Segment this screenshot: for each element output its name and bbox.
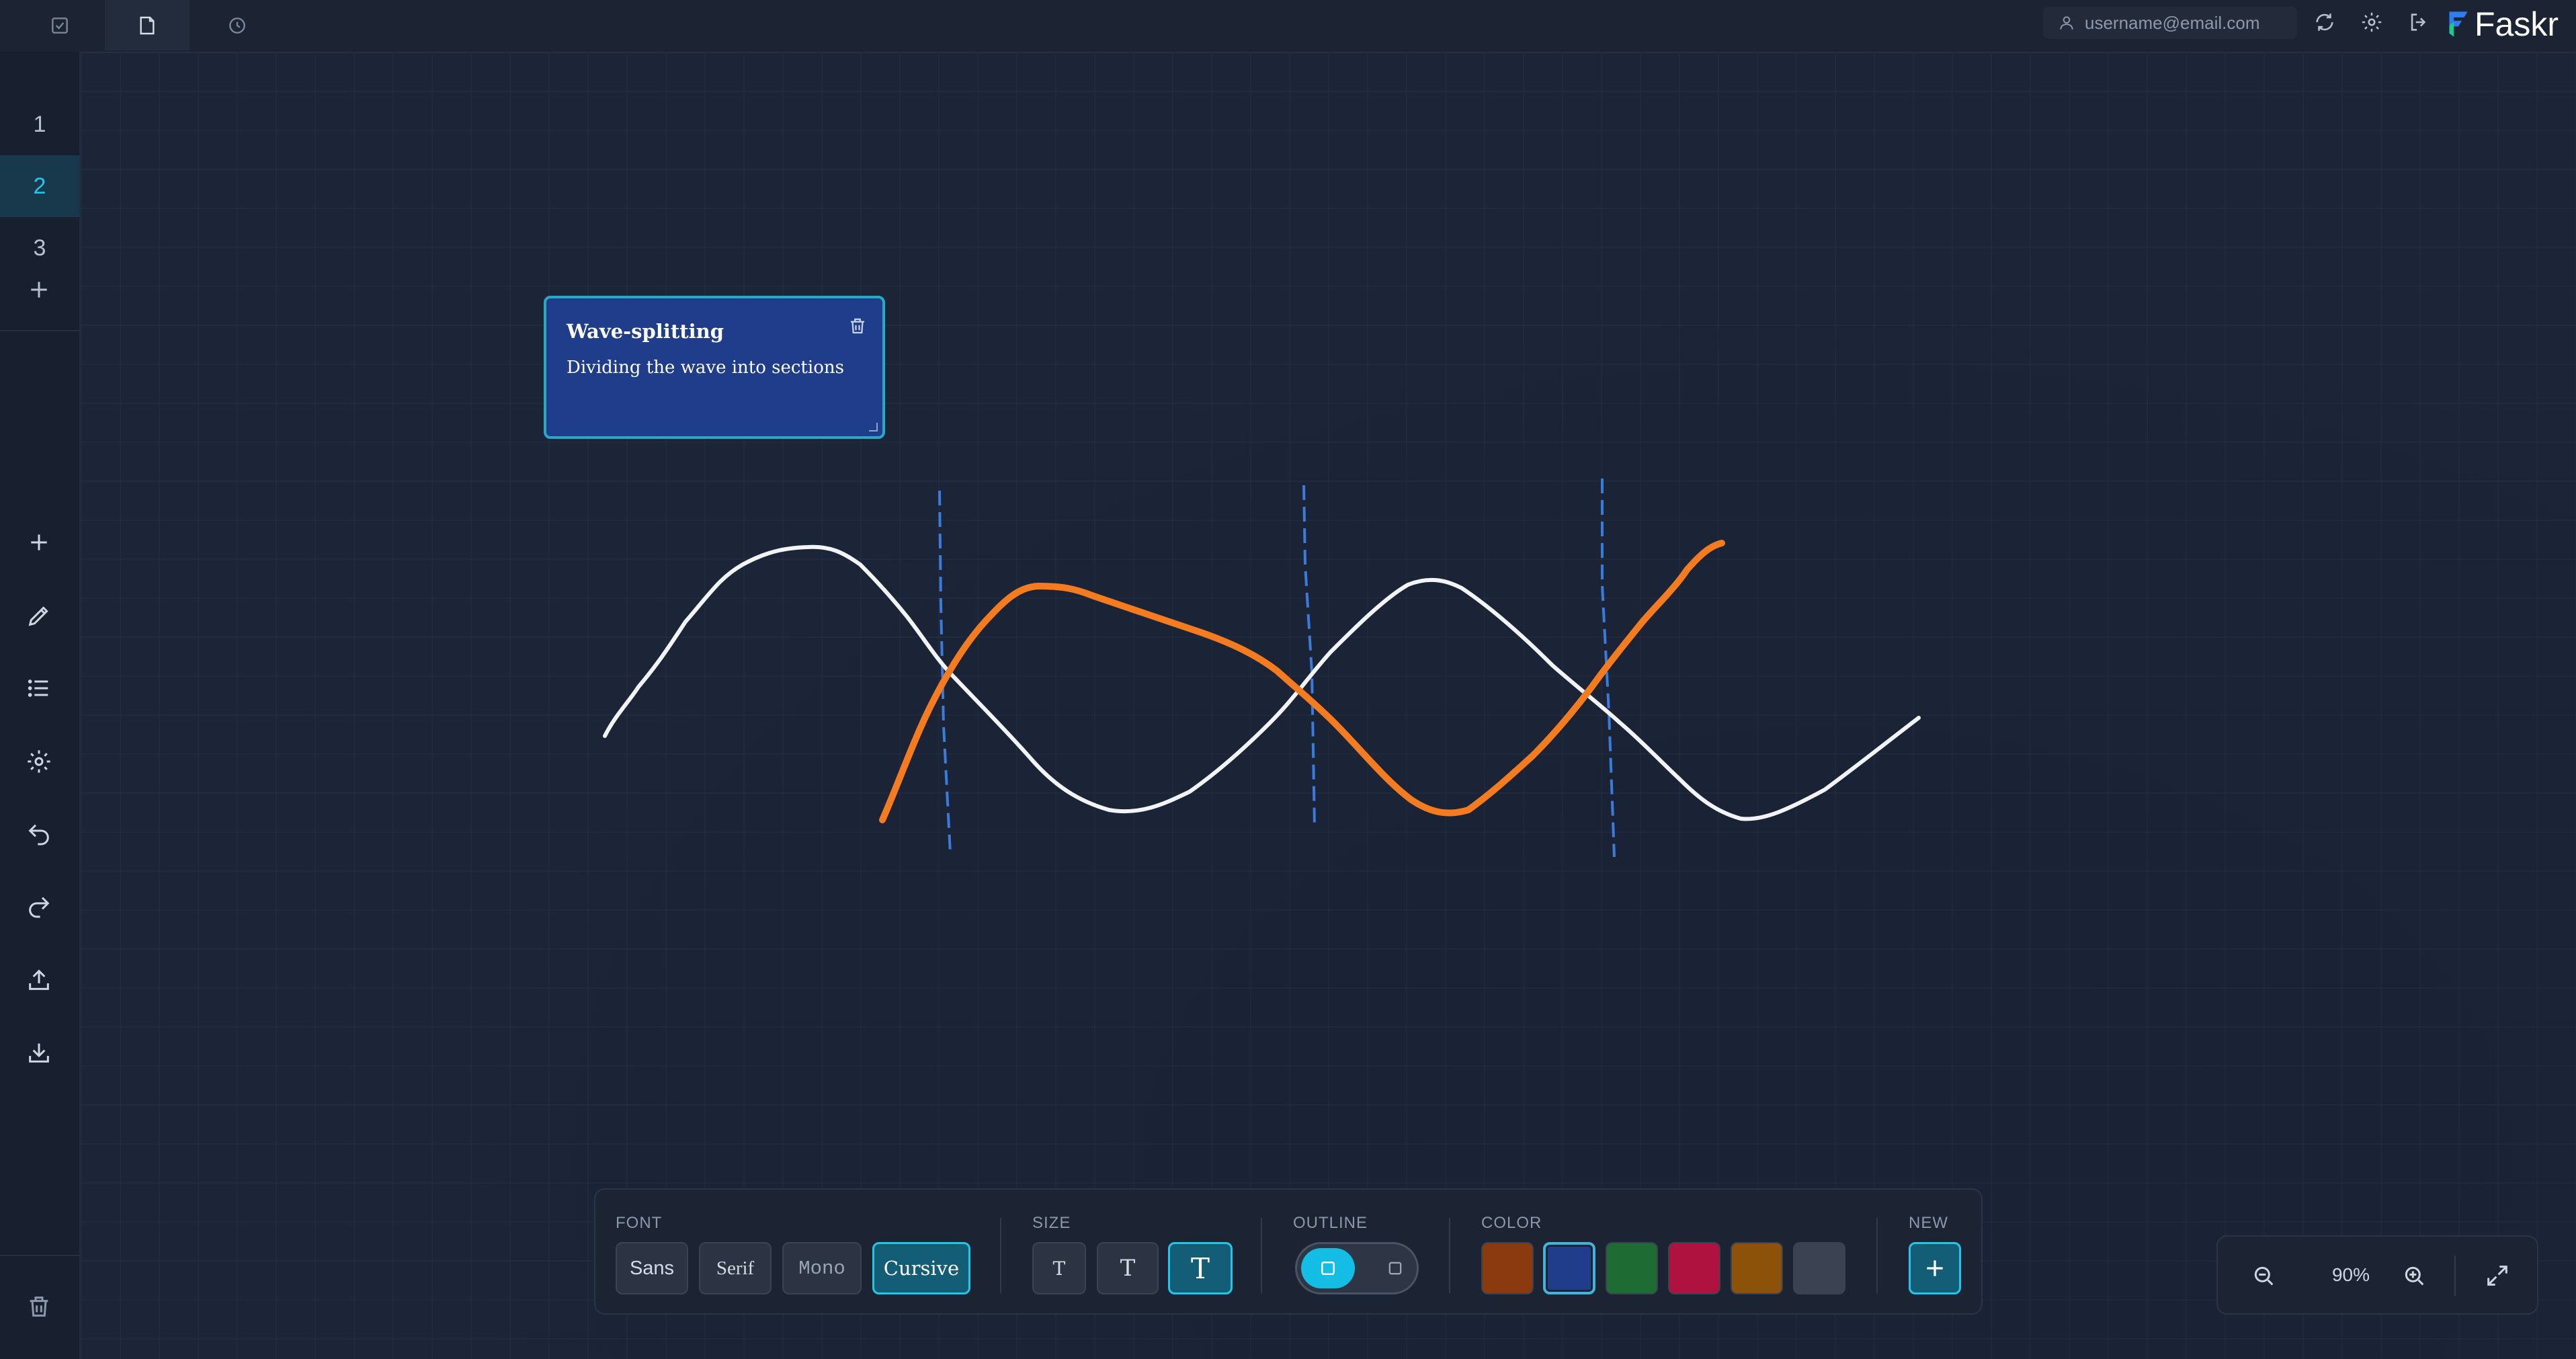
settings-button[interactable] [23, 745, 55, 778]
resize-handle-icon[interactable] [868, 421, 878, 432]
toolbar-divider [1449, 1218, 1450, 1293]
draw-tool-button[interactable] [23, 600, 55, 632]
white-wave-stroke[interactable] [603, 544, 1921, 821]
sticky-note[interactable]: Wave-splitting Dividing the wave into se… [544, 296, 885, 439]
page-tab-1[interactable]: 1 [0, 93, 79, 155]
download-icon [29, 1043, 49, 1063]
zoom-out-button[interactable] [2247, 1260, 2280, 1292]
new-group-label: NEW [1909, 1214, 1948, 1232]
page-number: 2 [33, 173, 46, 199]
sidebar-divider [0, 330, 79, 331]
font-sans-button[interactable]: Sans [616, 1242, 688, 1294]
outline-on-option[interactable] [1301, 1248, 1355, 1288]
color-swatch-red[interactable] [1668, 1242, 1720, 1294]
whiteboard-canvas[interactable] [81, 52, 2576, 1359]
note-icon [140, 16, 155, 34]
note-title[interactable]: Wave-splitting [567, 320, 724, 343]
checkbox-icon [52, 17, 68, 34]
color-swatch-amber[interactable] [1731, 1242, 1783, 1294]
zoom-in-icon [2405, 1266, 2424, 1286]
color-group-label: COLOR [1481, 1214, 1542, 1232]
page-tab-3[interactable]: 3 [0, 217, 79, 279]
new-note-button[interactable] [1909, 1242, 1961, 1294]
user-email: username@email.com [2085, 12, 2260, 33]
drawing-layer[interactable] [81, 52, 2576, 1359]
formatting-toolbar: FONT Sans Serif Mono Cursive SIZE T T T … [594, 1188, 1983, 1315]
redo-icon [29, 897, 50, 918]
tab-history[interactable] [195, 0, 280, 50]
toolbar-divider [1000, 1218, 1001, 1293]
plus-icon [1927, 1260, 1943, 1276]
brand-logo: Faskr [2446, 4, 2559, 44]
list-view-button[interactable] [23, 672, 55, 704]
upload-icon [29, 969, 49, 990]
import-button[interactable] [23, 1036, 55, 1069]
add-page-button[interactable] [23, 274, 55, 306]
split-line-2[interactable] [1302, 485, 1316, 827]
note-body[interactable]: Dividing the wave into sections [567, 358, 844, 378]
undo-button[interactable] [23, 818, 55, 850]
list-icon [28, 680, 48, 697]
tab-tasks[interactable] [17, 0, 102, 50]
toolbar-divider [1261, 1218, 1262, 1293]
size-large-button[interactable]: T [1168, 1242, 1233, 1294]
color-swatch-green[interactable] [1606, 1242, 1658, 1294]
gear-icon[interactable] [2360, 11, 2383, 34]
sidebar-divider [0, 1255, 79, 1256]
square-icon [1388, 1262, 1402, 1275]
zoom-controls: 90% [2216, 1235, 2538, 1315]
size-small-button[interactable]: T [1032, 1242, 1086, 1294]
plus-icon [31, 534, 47, 550]
delete-page-button[interactable] [23, 1290, 55, 1323]
logout-icon[interactable] [2407, 11, 2430, 34]
color-swatch-gray[interactable] [1793, 1242, 1845, 1294]
brand-name: Faskr [2475, 5, 2559, 43]
font-serif-button[interactable]: Serif [699, 1242, 772, 1294]
outline-off-option[interactable] [1378, 1251, 1413, 1286]
trash-icon[interactable] [847, 316, 868, 336]
faskr-logo-icon [2449, 11, 2468, 37]
color-swatch-blue[interactable] [1543, 1242, 1595, 1294]
orange-wave-stroke[interactable] [879, 540, 1725, 823]
color-swatch-orange[interactable] [1481, 1242, 1534, 1294]
page-number: 3 [33, 235, 46, 261]
outline-group-label: OUTLINE [1293, 1214, 1368, 1232]
trash-icon [30, 1296, 48, 1317]
outline-toggle[interactable] [1295, 1242, 1419, 1294]
export-button[interactable] [23, 964, 55, 996]
size-medium-button[interactable]: T [1097, 1242, 1159, 1294]
size-group-label: SIZE [1032, 1214, 1071, 1232]
font-mono-button[interactable]: Mono [782, 1242, 862, 1294]
add-element-button[interactable] [23, 526, 55, 559]
user-account-field[interactable]: username@email.com [2043, 7, 2297, 39]
redo-button[interactable] [23, 891, 55, 923]
page-tab-2[interactable]: 2 [0, 155, 79, 217]
gear-icon [28, 750, 50, 773]
user-icon [2060, 16, 2073, 30]
left-sidebar: 1 2 3 [0, 52, 81, 1359]
font-cursive-button[interactable]: Cursive [872, 1242, 970, 1294]
page-number: 1 [33, 111, 46, 137]
outline-square-icon [1321, 1262, 1335, 1275]
fullscreen-button[interactable] [2481, 1260, 2513, 1292]
toolbar-divider [1876, 1218, 1878, 1293]
font-group-label: FONT [616, 1214, 663, 1232]
zoom-divider [2454, 1255, 2456, 1296]
zoom-level: 90% [2331, 1264, 2370, 1285]
zoom-out-icon [2254, 1266, 2274, 1286]
top-bar: username@email.com Faskr [0, 0, 2576, 53]
sync-icon[interactable] [2313, 11, 2336, 34]
tab-notes[interactable] [105, 0, 190, 50]
zoom-in-button[interactable] [2398, 1260, 2430, 1292]
clock-icon [229, 17, 245, 34]
plus-icon [31, 282, 47, 298]
undo-icon [28, 824, 49, 846]
pencil-icon [28, 606, 48, 626]
expand-icon [2487, 1266, 2507, 1286]
